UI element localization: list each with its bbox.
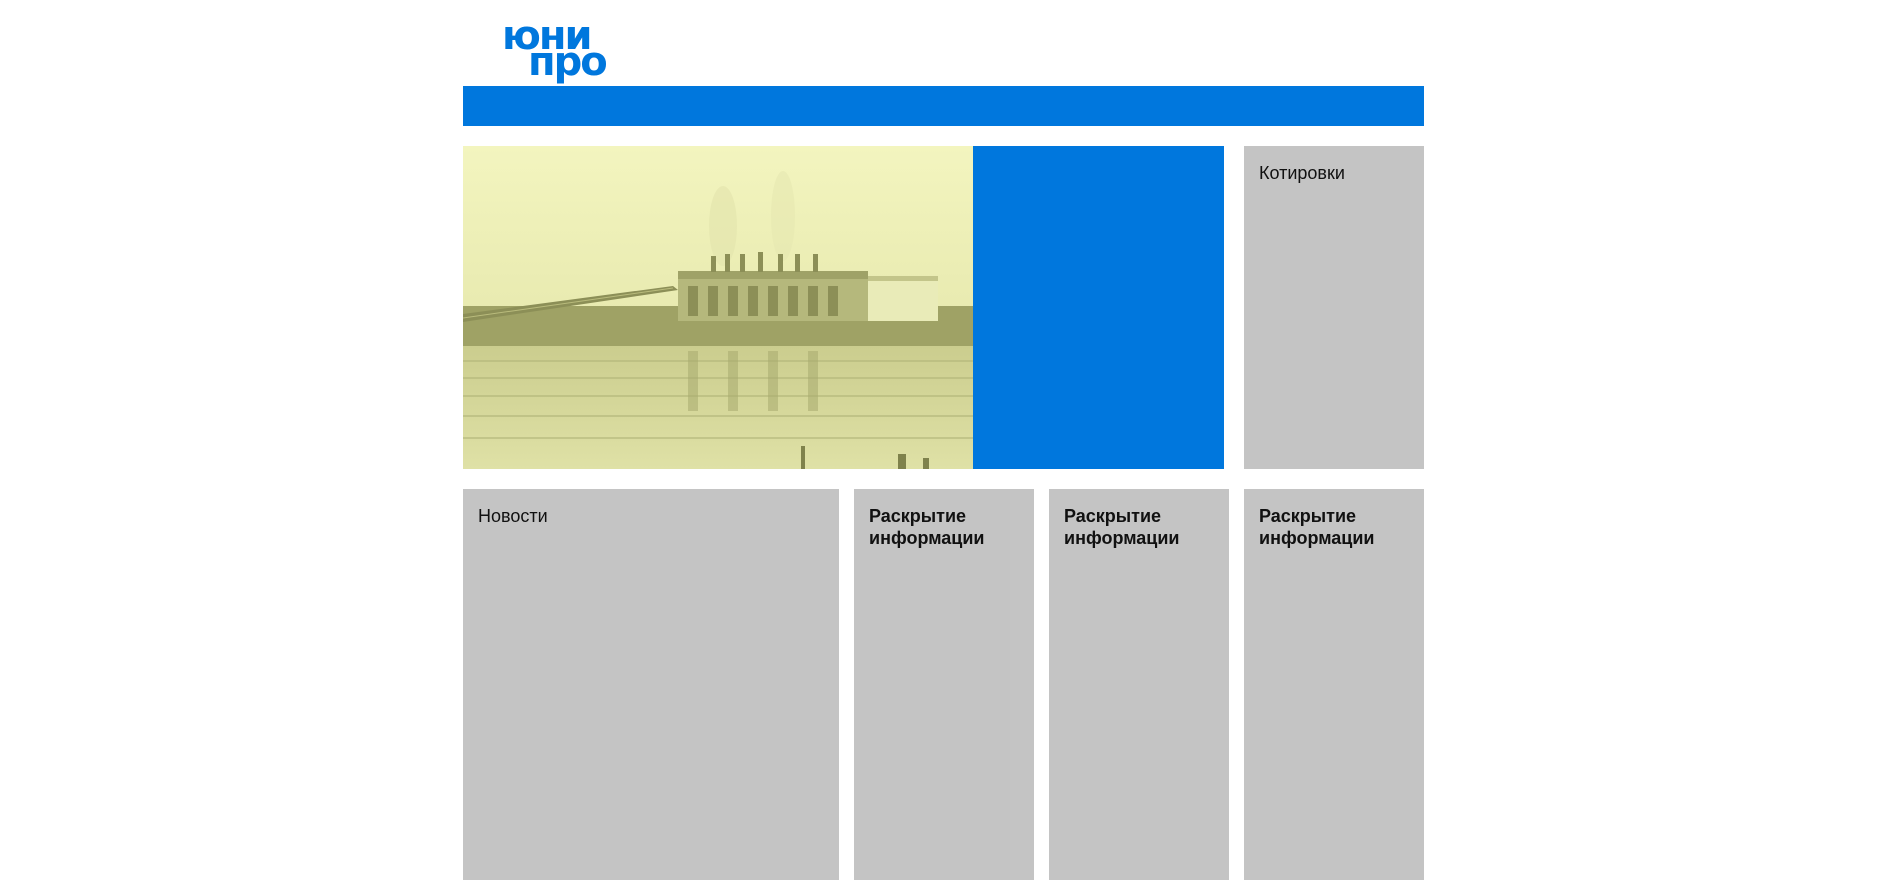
hero-blue-panel[interactable] — [973, 146, 1224, 469]
quotes-title: Котировки — [1259, 163, 1345, 183]
disclosure-tile-1[interactable]: Раскрытие информации — [854, 489, 1034, 880]
news-title: Новости — [478, 506, 548, 526]
disclosure-tile-3[interactable]: Раскрытие информации — [1244, 489, 1424, 880]
disclosure-title-3: Раскрытие информации — [1259, 506, 1375, 548]
navigation-bar — [463, 86, 1424, 126]
unipro-logo[interactable]: юни про — [500, 10, 620, 82]
logo-line-2: про — [528, 39, 608, 85]
hero-image[interactable] — [463, 146, 973, 469]
news-tile[interactable]: Новости — [463, 489, 839, 880]
power-plant-photo-icon — [463, 146, 973, 469]
disclosure-title-1: Раскрытие информации — [869, 506, 985, 548]
quotes-tile[interactable]: Котировки — [1244, 146, 1424, 469]
disclosure-title-2: Раскрытие информации — [1064, 506, 1180, 548]
page: юни про Котировки Новости Раскрытие инфо… — [0, 0, 1880, 880]
disclosure-tile-2[interactable]: Раскрытие информации — [1049, 489, 1229, 880]
